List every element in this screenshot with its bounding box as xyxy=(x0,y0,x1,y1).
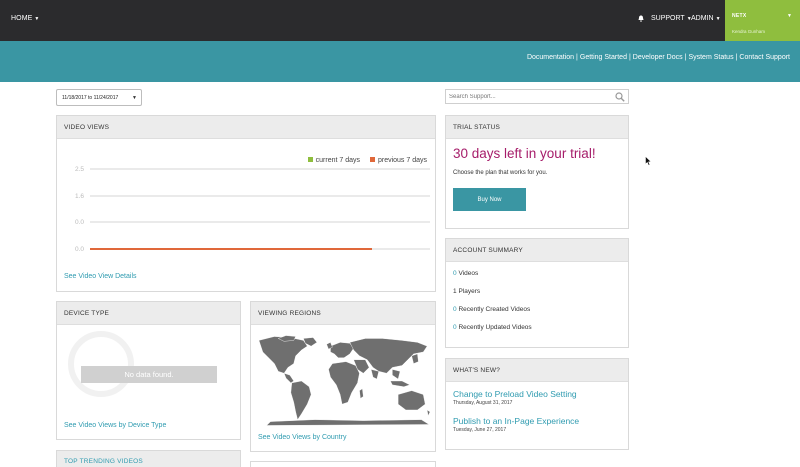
summary-label: Players xyxy=(458,288,481,295)
news-item-title[interactable]: Publish to an In-Page Experience xyxy=(453,416,579,426)
panel-header: WHAT'S NEW? xyxy=(446,359,628,382)
top-trending-panel: TOP TRENDING VIDEOS xyxy=(56,450,241,467)
header-band: Documentation | Getting Started | Developer … xyxy=(0,41,800,82)
mouse-cursor-icon xyxy=(645,156,652,166)
summary-row-players: 1 Players xyxy=(453,288,480,295)
chevron-down-icon: ▼ xyxy=(715,16,721,22)
home-label: HOME xyxy=(11,15,33,22)
viewing-regions-panel: VIEWING REGIONS See Video Views by Count… xyxy=(250,301,436,452)
account-user: Kendra Gunham xyxy=(732,29,766,34)
news-item-date: Tuesday, June 27, 2017 xyxy=(453,427,507,433)
summary-count[interactable]: 1 xyxy=(453,288,457,295)
world-map[interactable] xyxy=(257,333,431,428)
panel-title: ACCOUNT SUMMARY xyxy=(453,247,523,254)
device-type-panel: DEVICE TYPE No data found. See Video Vie… xyxy=(56,301,241,440)
search-box xyxy=(445,89,629,104)
panel-title: VIEWING REGIONS xyxy=(258,310,321,317)
link-separator: | xyxy=(576,54,578,61)
top-navbar: HOME ▼ SUPPORT ▼ ADMIN ▼ NETX ▼ Kendra Gunh… xyxy=(0,0,800,41)
news-item-date: Thursday, August 31, 2017 xyxy=(453,400,513,406)
support-label: SUPPORT xyxy=(651,15,685,22)
empty-panel xyxy=(250,461,436,467)
date-range-value: 11/18/2017 to 11/24/2017 xyxy=(62,95,119,101)
panel-header: DEVICE TYPE xyxy=(57,302,240,325)
account-switcher[interactable]: NETX ▼ Kendra Gunham xyxy=(725,0,800,41)
trial-subtext: Choose the plan that works for you. xyxy=(453,170,548,176)
summary-count[interactable]: 0 xyxy=(453,306,457,313)
link-separator: | xyxy=(684,54,687,61)
link-documentation[interactable]: Documentation xyxy=(527,54,574,61)
chevron-down-icon: ▼ xyxy=(34,16,40,22)
buy-now-button[interactable]: Buy Now xyxy=(453,188,526,211)
panel-title: VIDEO VIEWS xyxy=(64,124,110,131)
panel-header: TOP TRENDING VIDEOS xyxy=(57,451,240,467)
panel-title[interactable]: TOP TRENDING VIDEOS xyxy=(64,458,143,465)
trial-headline: 30 days left in your trial! xyxy=(453,146,596,161)
summary-row-created: 0 Recently Created Videos xyxy=(453,306,530,313)
y-tick-label: 2.5 xyxy=(75,166,84,173)
summary-row-videos: 0 Videos xyxy=(453,270,478,277)
legend-swatch-current xyxy=(307,157,313,162)
link-contact-support[interactable]: Contact Support xyxy=(739,54,790,61)
device-type-link[interactable]: See Video Views by Device Type xyxy=(64,422,166,429)
device-donut-chart xyxy=(68,331,134,397)
summary-label: Recently Updated Videos xyxy=(458,324,532,331)
date-range-select[interactable]: 11/18/2017 to 11/24/2017 ▼ xyxy=(56,89,142,106)
admin-menu[interactable]: ADMIN ▼ xyxy=(691,15,721,22)
legend-swatch-previous xyxy=(369,157,375,162)
trial-status-panel: TRIAL STATUS 30 days left in your trial!… xyxy=(445,115,629,229)
y-tick-label: 1.6 xyxy=(75,193,84,200)
panel-title: DEVICE TYPE xyxy=(64,310,110,317)
summary-count[interactable]: 0 xyxy=(453,324,457,331)
help-links: Documentation | Getting Started | Developer … xyxy=(527,54,790,61)
summary-row-updated: 0 Recently Updated Videos xyxy=(453,324,532,331)
link-developer-docs[interactable]: Developer Docs xyxy=(633,54,683,61)
chevron-down-icon: ▼ xyxy=(787,13,792,19)
panel-header: ACCOUNT SUMMARY xyxy=(446,239,628,262)
summary-label: Recently Created Videos xyxy=(458,306,531,313)
link-separator: | xyxy=(735,54,738,61)
panel-header: TRIAL STATUS xyxy=(446,116,628,139)
notification-icon[interactable] xyxy=(638,15,644,22)
viewing-regions-link[interactable]: See Video Views by Country xyxy=(258,434,346,441)
video-views-chart: 2.5 1.6 0.0 0.0 xyxy=(75,166,430,253)
panel-title: TRIAL STATUS xyxy=(453,124,501,131)
search-icon[interactable] xyxy=(615,92,625,102)
link-system-status[interactable]: System Status xyxy=(688,54,733,61)
panel-header: VIDEO VIEWS xyxy=(57,116,435,139)
account-summary-panel: ACCOUNT SUMMARY 0 Videos 1 Players 0 Rec… xyxy=(445,238,629,348)
summary-label: Videos xyxy=(458,270,479,277)
whats-new-panel: WHAT'S NEW? Change to Preload Video Sett… xyxy=(445,358,629,450)
panel-header: VIEWING REGIONS xyxy=(251,302,435,325)
admin-label: ADMIN xyxy=(691,15,714,22)
link-getting-started[interactable]: Getting Started xyxy=(580,54,627,61)
summary-count[interactable]: 0 xyxy=(453,270,457,277)
link-separator: | xyxy=(628,54,631,61)
account-name: NETX xyxy=(732,13,747,19)
y-tick-label: 0.0 xyxy=(75,246,84,253)
no-data-badge: No data found. xyxy=(81,366,217,383)
panel-title: WHAT'S NEW? xyxy=(453,367,501,374)
support-menu[interactable]: SUPPORT ▼ xyxy=(651,15,692,22)
video-view-details-link[interactable]: See Video View Details xyxy=(64,273,137,280)
y-tick-label: 0.0 xyxy=(75,219,84,226)
search-input[interactable] xyxy=(449,92,609,102)
news-item-title[interactable]: Change to Preload Video Setting xyxy=(453,389,577,399)
home-menu[interactable]: HOME ▼ xyxy=(11,15,39,22)
chevron-down-icon: ▼ xyxy=(132,95,137,101)
